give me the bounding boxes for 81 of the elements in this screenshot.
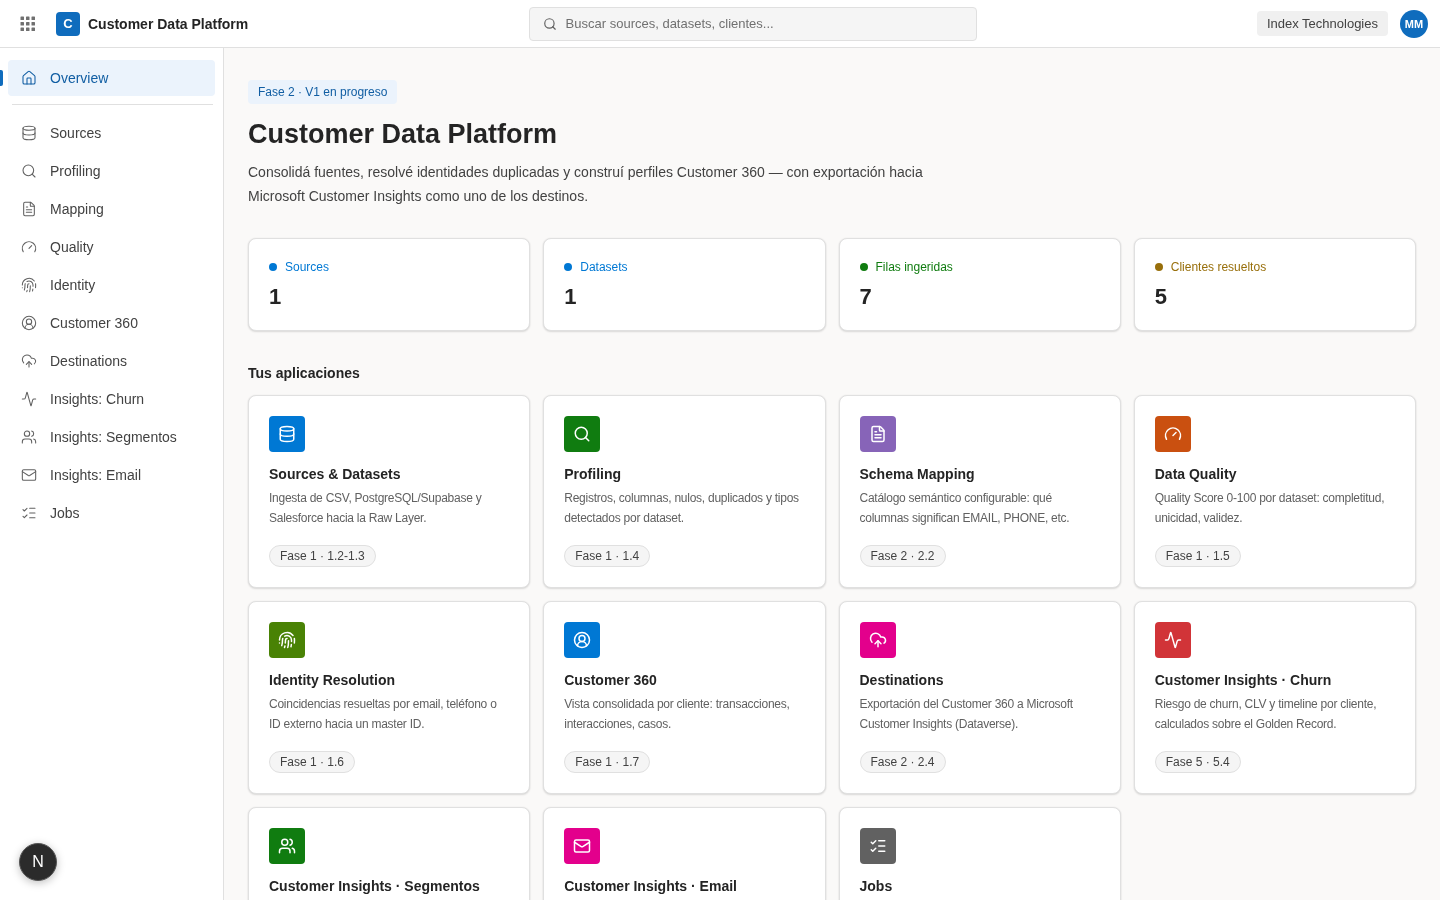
stat-value: 1	[269, 283, 282, 311]
nav-item[interactable]: Overview	[8, 60, 215, 96]
phase-tag: Fase 1 · 1.5	[1154, 545, 1241, 567]
stat-label: Clientes resueltos	[1170, 259, 1267, 275]
app-description: Quality Score 0-100 por dataset: completitud, unicidad, validez.	[1154, 490, 1386, 527]
nav-item[interactable]: Jobs	[8, 495, 215, 531]
stat-value: 7	[859, 283, 872, 311]
document-icon	[21, 201, 37, 217]
search-field[interactable]: Buscar sources, datasets, clientes...	[528, 6, 977, 41]
search-icon	[542, 16, 557, 31]
app-grid-icon[interactable]	[20, 15, 36, 32]
user-avatar[interactable]: MM	[1400, 9, 1428, 38]
nav-item[interactable]: Insights: Churn	[8, 381, 215, 417]
app-card[interactable]: Data Quality Quality Score 0-100 por dataset: completitud, unicidad, validez. Fase 1 · 1.5	[1133, 395, 1416, 588]
nav-item[interactable]: Destinations	[8, 343, 215, 379]
app-card[interactable]: Schema Mapping Catálogo semántico configurable: qué columnas significan EMAIL, PHONE, etc. Fase 2 · 2.2	[838, 395, 1121, 588]
app-card[interactable]: Customer 360 Vista consolidada por cliente: transacciones, interacciones, casos. Fase 1 · 1.7	[543, 601, 826, 794]
nav-item[interactable]: Quality	[8, 229, 215, 265]
app-logo: C	[56, 11, 80, 36]
app-card[interactable]: Jobs	[838, 807, 1121, 900]
gauge-icon	[21, 239, 37, 255]
user-circle-icon	[21, 315, 37, 331]
app-card[interactable]: Sources & Datasets Ingesta de CSV, PostgreSQL/Supabase y Salesforce hacia la Raw Layer. Fase 1 · 1.2-1.3	[248, 395, 531, 588]
people-icon	[21, 429, 37, 445]
stat-value: 5	[1154, 283, 1167, 311]
app-description: Riesgo de churn, CLV y timeline por cliente, calculados sobre el Golden Record.	[1154, 696, 1378, 733]
nav-item[interactable]: Insights: Email	[8, 457, 215, 493]
database-icon	[21, 125, 37, 141]
stat-value: 1	[564, 283, 577, 311]
app-title: Destinations	[859, 671, 944, 690]
phase-tag: Fase 1 · 1.4	[564, 545, 651, 567]
stat-label: Datasets	[580, 259, 628, 275]
nav-item[interactable]: Mapping	[8, 191, 215, 227]
home-icon	[21, 70, 37, 86]
status-tag: Fase 2 · V1 en progreso	[248, 80, 398, 104]
app-title: Customer Insights · Email	[564, 877, 737, 896]
app-title: Customer Insights · Segmentos	[269, 877, 480, 896]
phase-tag: Fase 1 · 1.6	[269, 751, 356, 773]
page-title: Customer Data Platform	[248, 118, 559, 151]
organization-tag: Index Technologies	[1256, 11, 1388, 36]
nav-item[interactable]: Sources	[8, 115, 215, 151]
fingerprint-icon	[21, 277, 37, 293]
checklist-icon	[21, 505, 37, 521]
app-description: Ingesta de CSV, PostgreSQL/Supabase y Salesforce hacia la Raw Layer.	[269, 490, 483, 527]
app-description: Coincidencias resueltas por email, teléfono o ID externo hacia un master ID.	[269, 696, 498, 733]
phase-tag: Fase 2 · 2.4	[859, 751, 946, 773]
app-title: Sources & Datasets	[269, 465, 401, 484]
nav-item[interactable]: Identity	[8, 267, 215, 303]
stat-label: Filas ingeridas	[875, 259, 953, 275]
app-title: Jobs	[859, 877, 893, 896]
app-description: Vista consolidada por cliente: transacciones, interacciones, casos.	[564, 696, 791, 733]
app-title: Schema Mapping	[859, 465, 975, 484]
section-title: Tus aplicaciones	[248, 364, 361, 383]
cloud-upload-icon	[21, 353, 37, 369]
app-description: Exportación del Customer 360 a Microsoft Customer Insights (Dataverse).	[859, 696, 1074, 733]
app-card[interactable]: Identity Resolution Coincidencias resueltas por email, teléfono o ID externo hacia un master ID. Fase 1 · 1.6	[248, 601, 531, 794]
app-description: Registros, columnas, nulos, duplicados y tipos detectados por dataset.	[564, 490, 800, 527]
phase-tag: Fase 1 · 1.2-1.3	[269, 545, 376, 567]
app-title: Customer 360	[564, 671, 657, 690]
app-title: Profiling	[564, 465, 622, 484]
app-title: Customer Insights · Churn	[1154, 671, 1332, 690]
app-card[interactable]: Destinations Exportación del Customer 360 a Microsoft Customer Insights (Dataverse). Fase 2 · 2.4	[838, 601, 1121, 794]
app-title: Customer Data Platform	[88, 15, 249, 32]
nav-item[interactable]: Customer 360	[8, 305, 215, 341]
app-card[interactable]: Customer Insights · Segmentos	[248, 807, 531, 900]
app-card[interactable]: Customer Insights · Churn Riesgo de churn, CLV y timeline por cliente, calculados sobre el Golden Record. Fase 5 · 5.4	[1133, 601, 1416, 794]
search-icon	[21, 163, 37, 179]
app-card[interactable]: Profiling Registros, columnas, nulos, duplicados y tipos detectados por dataset. Fase 1 · 1.4	[543, 395, 826, 588]
nav-item[interactable]: Insights: Segmentos	[8, 419, 215, 455]
mail-icon	[21, 467, 37, 483]
app-description: Catálogo semántico configurable: qué columnas significan EMAIL, PHONE, etc.	[859, 490, 1071, 527]
page-description: Consolidá fuentes, resolvé identidades duplicadas y construí perfiles Customer 360 — con exportación hacia Microsoft Customer Insights como uno de los destinos.	[248, 163, 924, 206]
nav-item[interactable]: Profiling	[8, 153, 215, 189]
phase-tag: Fase 2 · 2.2	[859, 545, 946, 567]
phase-tag: Fase 1 · 1.7	[564, 751, 651, 773]
app-title: Identity Resolution	[269, 671, 395, 690]
phase-tag: Fase 5 · 5.4	[1154, 751, 1241, 773]
app-title: Data Quality	[1154, 465, 1237, 484]
app-card[interactable]: Customer Insights · Email	[543, 807, 826, 900]
stat-label: Sources	[285, 259, 330, 275]
pulse-icon	[21, 391, 37, 407]
